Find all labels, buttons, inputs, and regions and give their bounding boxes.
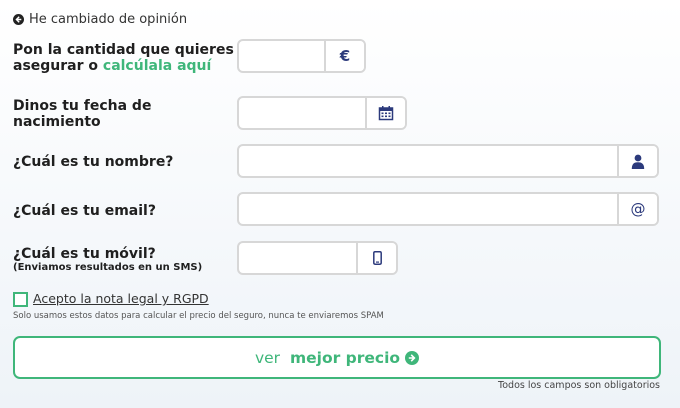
birthdate-field — [237, 96, 407, 130]
birthdate-label-line2: nacimiento — [13, 114, 101, 130]
name-input[interactable] — [239, 146, 617, 176]
mobile-sublabel: (Enviamos resultados en un SMS) — [13, 262, 203, 273]
arrow-right-circle-icon — [405, 350, 420, 365]
at-icon: @ — [617, 194, 657, 224]
spam-note: Solo usamos estos datos para calcular el… — [13, 311, 384, 321]
amount-input[interactable] — [239, 41, 324, 71]
calendar-icon[interactable] — [365, 98, 405, 128]
arrow-left-circle-icon — [13, 14, 24, 25]
amount-field: € — [237, 39, 366, 73]
back-link[interactable]: He cambiado de opinión — [13, 12, 187, 27]
mobile-input[interactable] — [239, 243, 356, 273]
amount-label: Pon la cantidad que quieres asegurar o c… — [13, 42, 234, 74]
mobile-phone-icon — [356, 243, 396, 273]
euro-icon: € — [324, 41, 364, 71]
birthdate-label-line1: Dinos tu fecha de — [13, 98, 152, 114]
mobile-label: ¿Cuál es tu móvil? (Enviamos resultados … — [13, 246, 202, 273]
calculate-link[interactable]: calcúlala aquí — [103, 58, 211, 74]
user-icon — [617, 146, 657, 176]
name-field — [237, 144, 659, 178]
email-label: ¿Cuál es tu email? — [13, 203, 156, 219]
mobile-label-text: ¿Cuál es tu móvil? — [13, 246, 156, 262]
required-note: Todos los campos son obligatorios — [498, 380, 660, 391]
email-input[interactable] — [239, 194, 617, 224]
birthdate-input[interactable] — [239, 98, 365, 128]
cta-prefix: ver — [254, 348, 285, 367]
legal-link[interactable]: Acepto la nota legal y RGPD — [33, 291, 209, 306]
birthdate-label: Dinos tu fecha de nacimiento — [13, 98, 151, 130]
legal-checkbox[interactable] — [13, 292, 28, 307]
cta-emphasis: mejor precio — [289, 348, 401, 367]
mobile-field — [237, 241, 398, 275]
name-label: ¿Cuál es tu nombre? — [13, 154, 174, 170]
amount-label-line2: asegurar o — [13, 58, 103, 74]
back-link-label: He cambiado de opinión — [29, 12, 188, 27]
email-field: @ — [237, 192, 659, 226]
best-price-button[interactable]: ver mejor precio — [13, 336, 661, 379]
amount-label-line1: Pon la cantidad que quieres — [13, 42, 234, 58]
